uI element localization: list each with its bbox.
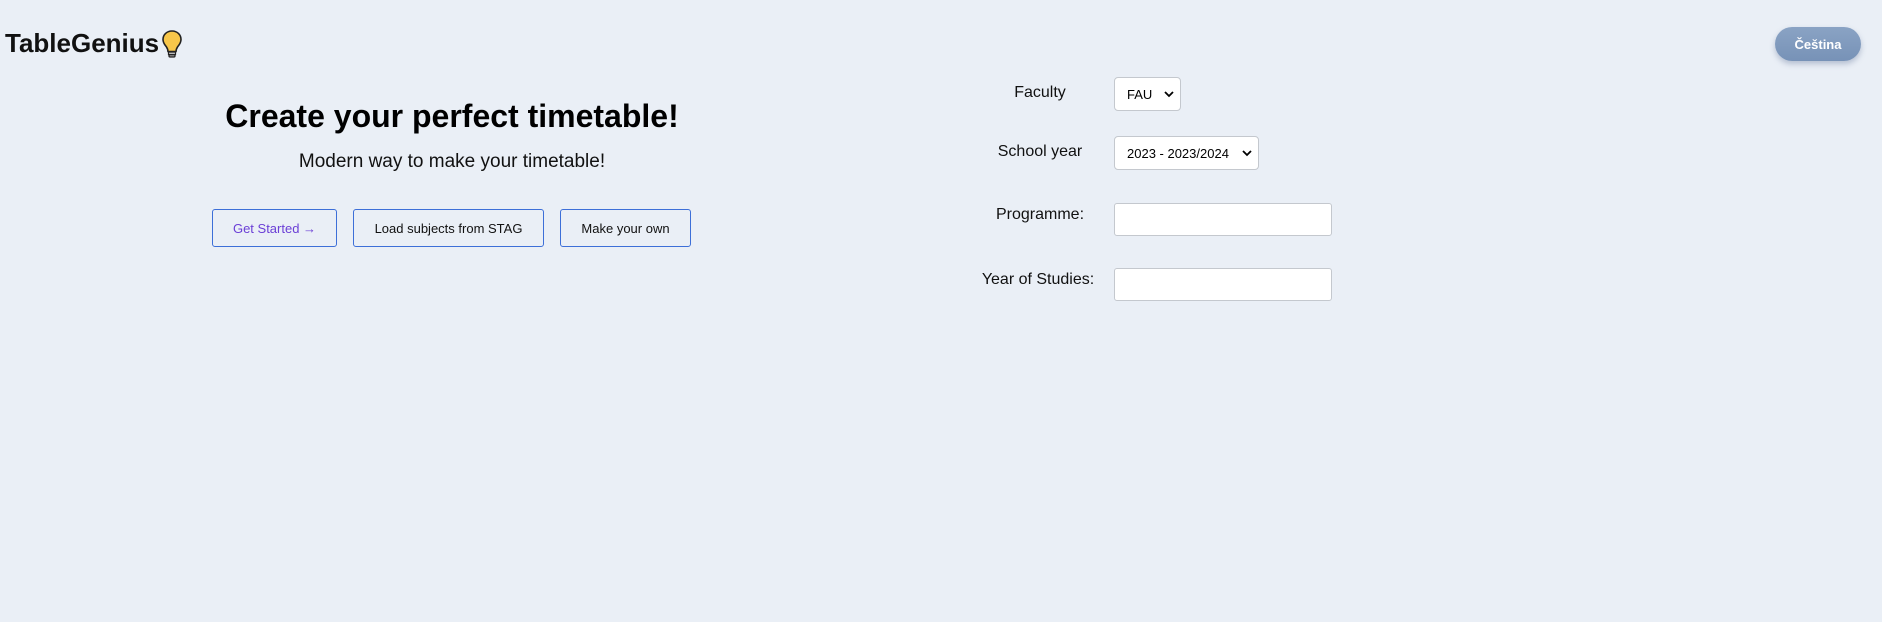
hero-section: Create your perfect timetable! Modern wa… [170,93,734,175]
school-year-selected-value: 2023 - 2023/2024 [1127,145,1229,161]
faculty-label: Faculty [1014,84,1066,101]
hero-actions: Get Started → Load subjects from STAG Ma… [212,209,691,247]
school-year-label: School year [997,143,1083,160]
lightbulb-icon [162,29,182,58]
faculty-select[interactable]: FAU [1114,77,1181,111]
load-stag-button[interactable]: Load subjects from STAG [353,209,544,247]
logo-text: TableGenius [5,28,160,58]
chevron-down-icon [1242,150,1252,157]
year-of-studies-input[interactable] [1114,268,1332,301]
hero-title: Create your perfect timetable! [225,98,679,134]
make-own-button[interactable]: Make your own [560,209,691,247]
get-started-button[interactable]: Get Started → [212,209,337,247]
school-year-select[interactable]: 2023 - 2023/2024 [1114,136,1259,170]
faculty-selected-value: FAU [1127,86,1153,102]
hero-subtitle: Modern way to make your timetable! [298,151,606,172]
app-logo[interactable]: TableGenius [5,28,183,59]
year-of-studies-label: Year of Studies: [981,271,1095,288]
chevron-down-icon [1164,91,1174,98]
language-switch-button[interactable]: Čeština [1775,27,1861,61]
programme-input[interactable] [1114,203,1332,236]
programme-label: Programme: [995,206,1085,223]
